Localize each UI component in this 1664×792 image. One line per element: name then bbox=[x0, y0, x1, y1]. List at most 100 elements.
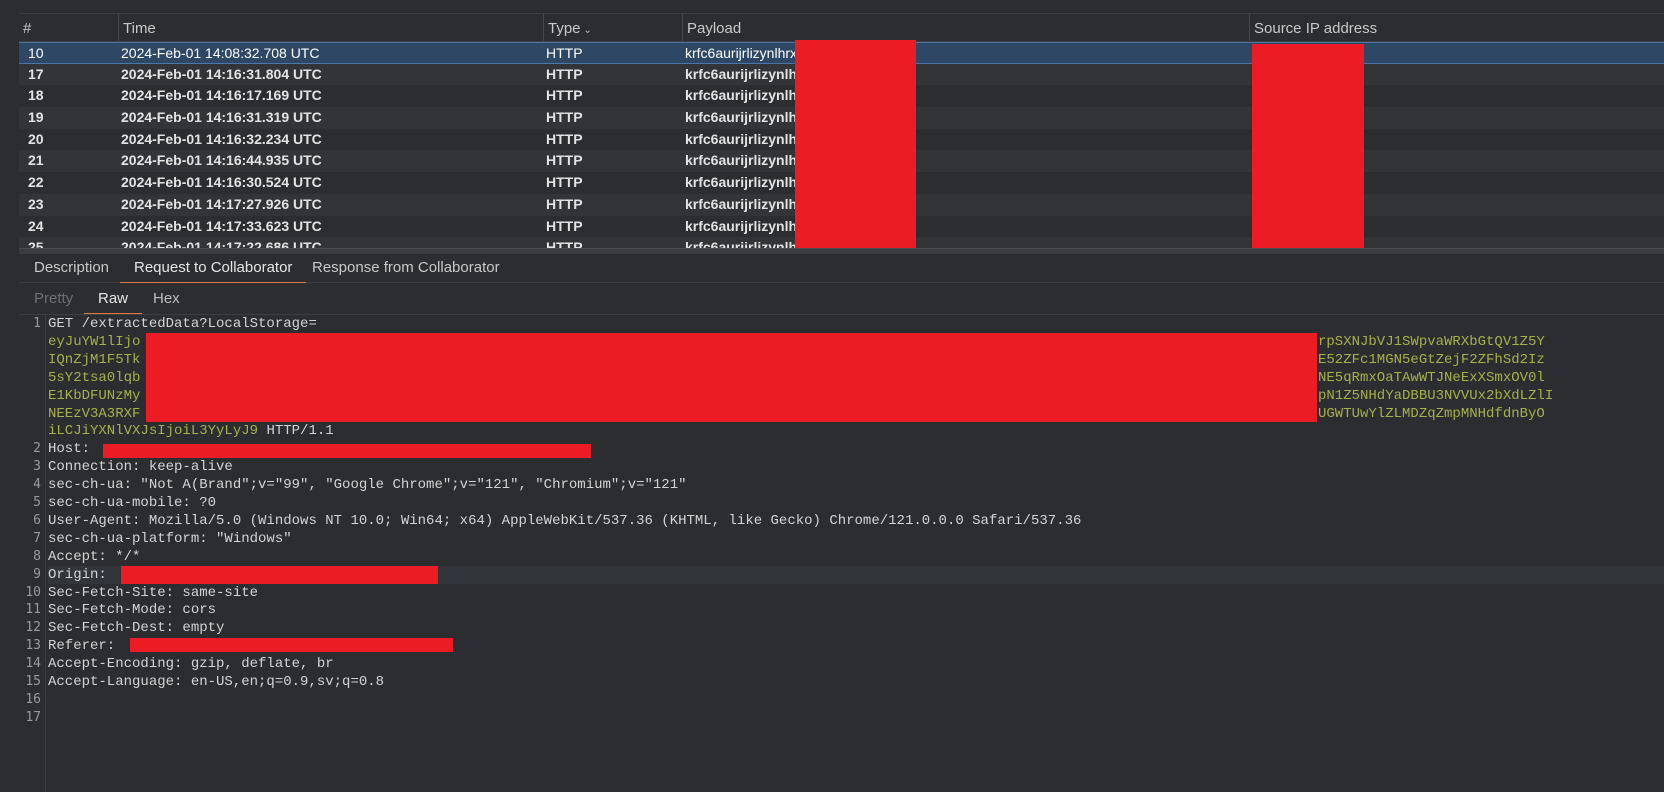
column-header-number[interactable]: # bbox=[19, 14, 118, 41]
row-payload: krfc6aurijrlizynlh bbox=[685, 195, 795, 212]
redaction-block-origin bbox=[121, 566, 438, 584]
row-type: HTTP bbox=[546, 152, 583, 169]
line-number: 13 bbox=[25, 638, 41, 654]
code-line: Referer: bbox=[48, 637, 124, 655]
row-type: HTTP bbox=[546, 109, 583, 126]
row-time: 2024-Feb-01 14:16:32.234 UTC bbox=[121, 130, 322, 147]
row-payload: krfc6aurijrlizynlh bbox=[685, 109, 795, 126]
tab-pretty[interactable]: Pretty bbox=[20, 283, 87, 313]
code-line: Connection: keep-alive bbox=[48, 458, 233, 476]
tab-raw[interactable]: Raw bbox=[84, 283, 143, 315]
code-line: IQnZjM1F5Tk bbox=[48, 351, 140, 369]
redaction-block-payload bbox=[795, 40, 916, 249]
line-number: 5 bbox=[33, 495, 41, 510]
header-line: Referer: bbox=[48, 638, 124, 655]
code-line: E1KbDFUNzMy bbox=[48, 387, 140, 405]
encoded-data-end: UGWTUwYlZLMDZqZmpMNHdfdnByO bbox=[1318, 405, 1545, 422]
encoded-data-last: iLCJiYXNlVXJsIjoiL3YyLyJ9 bbox=[48, 423, 259, 440]
header-line: Origin: bbox=[48, 566, 116, 583]
row-type: HTTP bbox=[546, 45, 583, 61]
line-number: 7 bbox=[33, 530, 41, 546]
interactions-table: # Time Type ⌄ Payload Source IP address 1… bbox=[19, 13, 1664, 249]
line-number: 9 bbox=[33, 566, 41, 582]
column-header-type-label: Type bbox=[548, 20, 581, 37]
row-number: 24 bbox=[28, 217, 44, 234]
code-line: Sec-Fetch-Site: same-site bbox=[48, 584, 258, 602]
encoded-data-start: eyJuYW1lIjo bbox=[48, 333, 141, 350]
window-top-frame bbox=[0, 0, 1664, 13]
row-payload: krfc6aurijrlizynlh bbox=[685, 217, 795, 234]
row-time: 2024-Feb-01 14:08:32.708 UTC bbox=[121, 45, 320, 61]
encoded-data-end: E52ZFc1MGN5eGtZejF2ZFhSd2Iz bbox=[1318, 351, 1545, 368]
line-number: 6 bbox=[33, 512, 41, 528]
request-text[interactable]: GET /extractedData?LocalStorage= eyJuYW1l… bbox=[48, 315, 1664, 792]
code-line: Host: bbox=[48, 440, 98, 458]
row-type: HTTP bbox=[546, 87, 583, 104]
row-payload: krfc6aurijrlizynlh bbox=[685, 65, 795, 82]
table-header: # Time Type ⌄ Payload Source IP address bbox=[19, 14, 1664, 42]
row-time: 2024-Feb-01 14:17:33.623 UTC bbox=[121, 217, 322, 234]
header-line: Host: bbox=[48, 441, 99, 458]
code-line: 5sY2tsa0lqb bbox=[48, 369, 140, 387]
row-payload: krfc6aurijrlizynlh bbox=[685, 174, 795, 191]
http-version: HTTP/1.1 bbox=[258, 423, 334, 440]
line-number: 11 bbox=[25, 602, 41, 618]
code-line: Origin: bbox=[48, 566, 115, 584]
redaction-block-encoded-data bbox=[146, 333, 1317, 422]
encoded-data-start: NEEzV3A3RXF bbox=[48, 405, 141, 422]
code-line: sec-ch-ua: "Not A(Brand";v="99", "Google… bbox=[48, 476, 687, 494]
row-time: 2024-Feb-01 14:16:30.524 UTC bbox=[121, 174, 322, 191]
tab-response-from-collaborator[interactable]: Response from Collaborator bbox=[298, 254, 514, 282]
redaction-block-source-ip bbox=[1252, 44, 1364, 249]
encoded-data-end: NE5qRmxOaTAwWTJNeExXSmxOV0l bbox=[1318, 369, 1545, 386]
row-number: 23 bbox=[28, 195, 44, 212]
request-editor[interactable]: 1 2 3 4 5 6 7 8 9 10 11 12 13 14 15 16 17 GET /extracted… bbox=[19, 314, 1664, 792]
header-line: Sec-Fetch-Site: same-site bbox=[48, 584, 259, 601]
header-line: Accept-Language: en-US,en;q=0.9,sv;q=0.8 bbox=[48, 674, 385, 690]
row-type: HTTP bbox=[546, 65, 583, 82]
column-header-source-ip[interactable]: Source IP address bbox=[1249, 14, 1664, 41]
code-line: Sec-Fetch-Mode: cors bbox=[48, 601, 216, 619]
column-header-time[interactable]: Time bbox=[118, 14, 543, 41]
code-line: sec-ch-ua-platform: "Windows" bbox=[48, 530, 292, 548]
detail-tabs: Description Request to Collaborator Resp… bbox=[19, 254, 1664, 284]
code-line: Accept-Encoding: gzip, deflate, br bbox=[48, 655, 334, 673]
tab-request-to-collaborator[interactable]: Request to Collaborator bbox=[120, 254, 307, 284]
line-number: 1 bbox=[33, 316, 41, 331]
left-panel-edge bbox=[0, 0, 19, 791]
header-line: Connection: keep-alive bbox=[48, 459, 233, 476]
encoded-data-end: rpSXNJbVJ1SWpvaWRXbGtQV1Z5Y bbox=[1318, 333, 1545, 350]
line-number: 3 bbox=[33, 459, 41, 475]
request-line: GET /extractedData?LocalStorage= bbox=[48, 316, 317, 332]
row-type: HTTP bbox=[546, 195, 583, 212]
header-line: sec-ch-ua-mobile: ?0 bbox=[48, 495, 217, 511]
view-mode-tabs: Pretty Raw Hex bbox=[19, 283, 1664, 315]
row-payload: krfc6aurijrlizynlh bbox=[685, 130, 795, 147]
code-line: Accept: */* bbox=[48, 548, 140, 566]
line-number: 15 bbox=[25, 674, 41, 689]
row-time: 2024-Feb-01 14:16:44.935 UTC bbox=[121, 152, 322, 169]
line-number: 17 bbox=[25, 709, 41, 725]
code-line: GET /extractedData?LocalStorage= bbox=[48, 315, 317, 333]
header-line: User-Agent: Mozilla/5.0 (Windows NT 10.0… bbox=[48, 512, 1082, 529]
line-number: 2 bbox=[33, 441, 41, 457]
code-line: iLCJiYXNlVXJsIjoiL3YyLyJ9 HTTP/1.1 bbox=[48, 422, 334, 440]
header-line: Accept: */* bbox=[48, 548, 141, 565]
row-time: 2024-Feb-01 14:16:17.169 UTC bbox=[121, 87, 322, 104]
tab-description[interactable]: Description bbox=[20, 254, 123, 282]
column-header-payload[interactable]: Payload bbox=[682, 14, 1249, 41]
encoded-data-end: pN1Z5NHdYaDBBU3NVVUx2bXdLZlI bbox=[1318, 387, 1554, 404]
code-line: User-Agent: Mozilla/5.0 (Windows NT 10.0… bbox=[48, 512, 1081, 530]
header-line: sec-ch-ua: "Not A(Brand";v="99", "Google… bbox=[48, 477, 687, 494]
row-number: 21 bbox=[28, 152, 44, 169]
column-header-type[interactable]: Type ⌄ bbox=[543, 14, 682, 41]
tab-hex[interactable]: Hex bbox=[139, 283, 194, 313]
row-number: 20 bbox=[28, 130, 44, 147]
line-number: 14 bbox=[25, 656, 41, 672]
line-number: 4 bbox=[33, 477, 41, 493]
header-line: sec-ch-ua-platform: "Windows" bbox=[48, 530, 292, 547]
line-number: 10 bbox=[25, 584, 41, 600]
row-number: 19 bbox=[28, 109, 44, 126]
row-type: HTTP bbox=[546, 217, 583, 234]
row-type: HTTP bbox=[546, 174, 583, 191]
